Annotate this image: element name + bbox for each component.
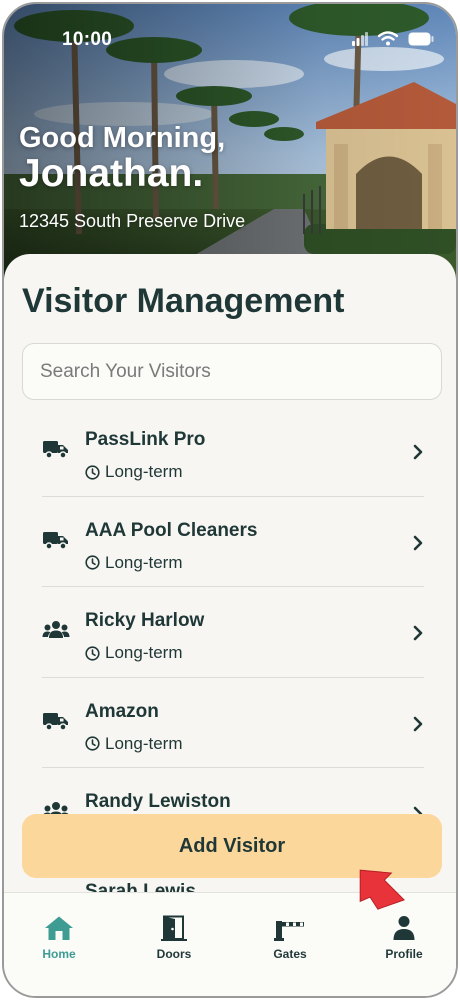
chevron-right-icon [413,625,423,641]
page-title: Visitor Management [22,282,345,320]
clock-icon [85,736,100,751]
visitor-duration: Long-term [85,643,182,663]
visitor-name: Randy Lewiston [85,791,231,812]
tab-gates[interactable]: Gates [250,911,330,961]
chevron-right-icon [413,716,423,731]
door-icon [161,915,187,941]
group-icon [42,621,70,638]
search-input[interactable] [22,343,442,400]
visitor-duration: Long-term [85,553,182,573]
wifi-icon [378,31,398,46]
visitor-name: Amazon [85,700,159,722]
truck-icon [43,712,68,731]
visitor-duration: Long-term [85,462,182,482]
hero-banner: 10:00 Good Morning, Jonathan. 12345 Sout… [4,4,456,279]
visitor-duration: Long-term [85,734,182,754]
phone-frame: 10:00 Good Morning, Jonathan. 12345 Sout… [2,2,458,998]
signal-icon [352,31,368,46]
visitor-name: Ricky Harlow [85,610,205,631]
clock-icon [85,645,100,661]
greeting-text: Good Morning, [19,122,226,154]
visitor-row[interactable]: Ricky Harlow Long-term [42,587,424,678]
visitor-row[interactable]: PassLink Pro Long-term [42,406,424,497]
visitor-duration-label: Long-term [105,462,183,481]
visitor-duration-label: Long-term [105,643,183,662]
visitor-list: PassLink Pro Long-term AAA Pool Cleaners… [42,406,424,859]
truck-icon [43,531,68,550]
pointer-arrow-icon [359,869,405,910]
visitor-row[interactable]: AAA Pool Cleaners Long-term [42,497,424,587]
visitor-duration-label: Long-term [105,552,183,572]
tab-profile-label: Profile [385,947,423,961]
chevron-right-icon [413,535,423,550]
gate-icon [274,921,304,941]
home-icon [45,916,73,940]
truck-icon [43,441,68,459]
battery-icon [408,32,434,45]
clock-icon [85,464,100,480]
visitor-row[interactable]: Amazon Long-term [42,678,424,768]
visitor-name: PassLink Pro [85,429,206,450]
chevron-right-icon [413,444,423,460]
tab-doors[interactable]: Doors [134,911,214,961]
user-name: Jonathan. [19,152,204,195]
clock-icon [85,555,100,570]
tab-doors-label: Doors [156,947,192,961]
tab-home[interactable]: Home [19,911,99,961]
address-text: 12345 South Preserve Drive [19,211,246,231]
status-time: 10:00 [62,29,113,50]
tab-home-label: Home [42,947,76,961]
visitor-name: AAA Pool Cleaners [85,519,258,541]
tab-gates-label: Gates [273,947,307,961]
status-icons [352,31,434,46]
visitor-duration-label: Long-term [105,733,183,753]
